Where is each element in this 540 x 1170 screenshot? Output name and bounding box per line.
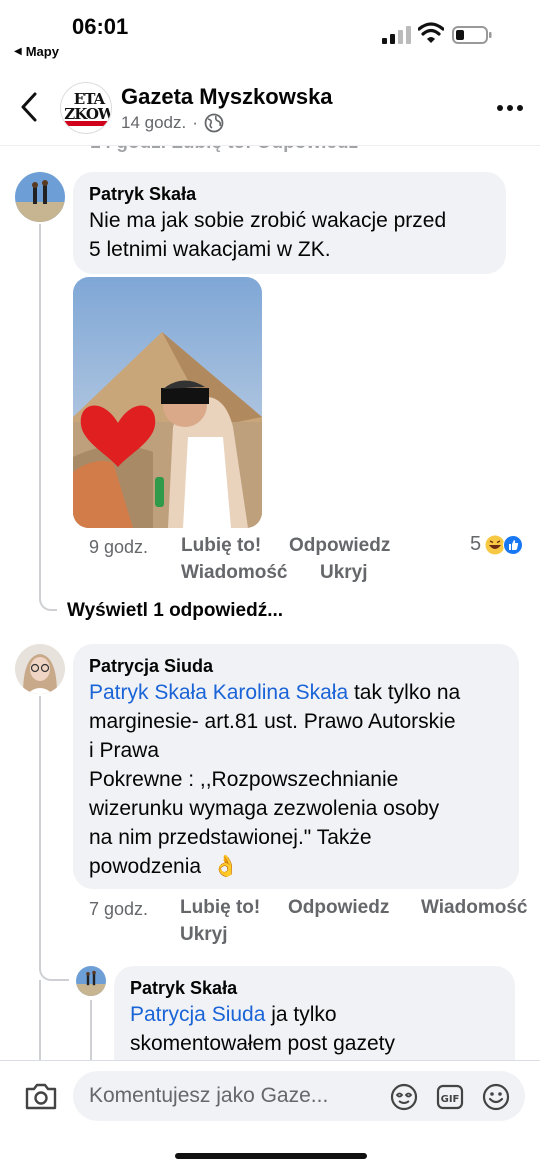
avatar[interactable] bbox=[15, 172, 65, 222]
home-indicator bbox=[175, 1153, 367, 1159]
page-title[interactable]: Gazeta Myszkowska bbox=[121, 84, 333, 110]
back-triangle-icon: ◀ bbox=[14, 46, 22, 57]
post-header: ETA ZKOW Gazeta Myszkowska 14 godz. · bbox=[0, 70, 540, 146]
avatar-image bbox=[15, 644, 65, 694]
comment-text-line: skomentowałem post gazety bbox=[130, 1032, 395, 1055]
comment-photo[interactable] bbox=[73, 277, 262, 528]
reactions-summary[interactable]: 5 bbox=[470, 533, 524, 556]
comment-author[interactable]: Patryk Skała bbox=[89, 182, 490, 206]
avatar-image bbox=[76, 966, 106, 996]
comment-text-fragment: ja tylko bbox=[265, 1003, 337, 1026]
comment-input-box[interactable]: GIF bbox=[73, 1071, 525, 1121]
globe-icon bbox=[204, 113, 224, 133]
wifi-icon bbox=[418, 22, 444, 43]
comment-bubble[interactable]: Patrycja Siuda Patryk Skała Karolina Ska… bbox=[73, 644, 519, 889]
comment-bubble[interactable]: Patryk Skała Nie ma jak sobie zrobić wak… bbox=[73, 172, 506, 274]
avatar-sticker-icon[interactable] bbox=[389, 1082, 419, 1112]
signal-icon bbox=[382, 26, 411, 44]
clock: 06:01 bbox=[72, 14, 129, 39]
thread-curve bbox=[39, 585, 57, 611]
meta-separator: · bbox=[192, 113, 198, 132]
post-meta: 14 godz. · bbox=[121, 113, 224, 133]
svg-text:GIF: GIF bbox=[441, 1094, 460, 1105]
reply-button[interactable]: Odpowiedz bbox=[289, 535, 390, 557]
emoji-icon[interactable] bbox=[481, 1082, 511, 1112]
comment-text-line: powodzenia 👌 bbox=[89, 852, 503, 881]
mention-link[interactable]: Patryk Skała Karolina Skała bbox=[89, 681, 348, 704]
hide-button[interactable]: Ukryj bbox=[320, 562, 368, 584]
pyramid-photo-image bbox=[73, 277, 262, 528]
comment-text-line: Pokrewne : ,,Rozpowszechnianie bbox=[89, 768, 399, 791]
comment-text-line: wizerunku wymaga zezwolenia osoby bbox=[89, 797, 440, 820]
reply-button[interactable]: Odpowiedz bbox=[288, 897, 389, 919]
avatar[interactable] bbox=[15, 644, 65, 694]
message-button[interactable]: Wiadomość bbox=[181, 562, 287, 584]
comment-text-line: marginesie- art.81 ust. Prawo Autorskie bbox=[89, 710, 456, 733]
comment-text-line: Patryk Skała Karolina Skała tak tylko na bbox=[89, 678, 503, 707]
laugh-emoji-icon bbox=[485, 535, 505, 554]
like-button[interactable]: Lubię to! bbox=[180, 897, 260, 919]
comment-time: 7 godz. bbox=[89, 899, 149, 919]
comment-text-fragment: powodzenia bbox=[89, 855, 202, 878]
comment-text-line: i Prawa bbox=[89, 739, 160, 762]
comment-text-line: na nim przedstawionej." Także bbox=[89, 826, 372, 849]
mention-link[interactable]: Patrycja Siuda bbox=[130, 1003, 265, 1026]
comment-input[interactable] bbox=[89, 1071, 379, 1121]
thread-line bbox=[90, 1000, 92, 1060]
like-button[interactable]: Lubię to! bbox=[181, 535, 261, 557]
thread-line bbox=[39, 696, 41, 966]
avatar[interactable] bbox=[76, 966, 106, 996]
message-button[interactable]: Wiadomość bbox=[421, 897, 527, 919]
comment-author[interactable]: Patrycja Siuda bbox=[89, 654, 503, 678]
status-bar: 06:01 ◀ Mapy bbox=[0, 0, 540, 64]
back-app-label: Mapy bbox=[25, 44, 59, 59]
comment-text-line: Patrycja Siuda ja tylko bbox=[130, 1000, 499, 1029]
view-replies-link[interactable]: Wyświetl 1 odpowiedź... bbox=[67, 600, 283, 622]
back-to-app-link[interactable]: ◀ Mapy bbox=[14, 44, 59, 59]
gif-icon[interactable]: GIF bbox=[435, 1082, 465, 1112]
more-options-icon[interactable] bbox=[496, 104, 524, 112]
comment-time: 9 godz. bbox=[89, 537, 149, 557]
thread-curve bbox=[39, 955, 69, 981]
logo-red-stripe bbox=[61, 121, 111, 126]
battery-icon bbox=[452, 26, 492, 44]
comment-author[interactable]: Patryk Skała bbox=[130, 976, 499, 1000]
camera-icon[interactable] bbox=[24, 1081, 58, 1111]
page-logo[interactable]: ETA ZKOW bbox=[60, 82, 112, 134]
reaction-count: 5 bbox=[470, 533, 482, 555]
hide-button[interactable]: Ukryj bbox=[180, 924, 228, 946]
comment-text-line: Nie ma jak sobie zrobić wakacje przed bbox=[89, 209, 447, 232]
post-time: 14 godz. bbox=[121, 113, 187, 132]
ok-hand-emoji: 👌 bbox=[212, 855, 239, 878]
thread-line bbox=[39, 224, 41, 599]
avatar-image bbox=[15, 172, 65, 222]
comment-text-line: 5 letnimi wakacjami w ZK. bbox=[89, 238, 331, 261]
like-emoji-icon bbox=[503, 534, 524, 555]
comment-text-fragment: tak tylko na bbox=[348, 681, 461, 704]
back-arrow-icon[interactable] bbox=[16, 90, 44, 124]
thread-line bbox=[39, 980, 41, 1060]
